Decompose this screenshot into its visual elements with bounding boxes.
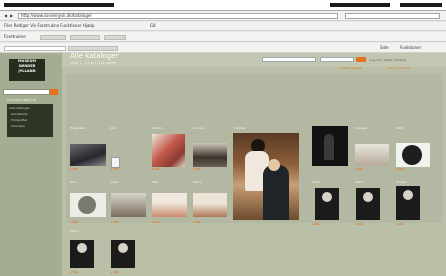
thumbnail-image[interactable]	[70, 240, 94, 268]
thumbnail-image[interactable]	[193, 193, 227, 217]
bookmark-item[interactable]	[70, 35, 100, 40]
thumb-meta[interactable]: ▸ Vis	[355, 222, 363, 226]
go-button[interactable]: Gå	[150, 24, 156, 28]
thumb-caption: Hospitalet	[70, 126, 86, 130]
thumb-caption: Mand	[312, 180, 321, 184]
tab[interactable]	[68, 46, 118, 51]
thumb-caption: Familie	[152, 126, 163, 130]
page-menu[interactable]: Side	[380, 46, 389, 50]
thumbnail-image-selected[interactable]	[233, 133, 299, 220]
thumb-caption: Kort	[110, 126, 117, 130]
photo-face	[403, 190, 413, 200]
thumb-caption: Mønt	[396, 126, 404, 130]
thumb-meta[interactable]: ▸ Vis	[396, 167, 404, 171]
address-bar-row: ◀ ▶ http://www.sonderjysk.dk/kataloger	[0, 11, 446, 21]
photo-figure	[263, 165, 289, 220]
address-text: http://www.sonderjysk.dk/kataloger	[21, 13, 92, 18]
tree-item[interactable]: Fotografier	[11, 118, 27, 122]
topbar-input[interactable]	[320, 57, 354, 62]
favorites-row: Foretrukne	[0, 32, 446, 42]
thumb-meta[interactable]: ▸ Vis	[111, 220, 119, 224]
thumbnail-image[interactable]	[396, 186, 420, 220]
top-links[interactable]: Log ind | Hjælp | English	[370, 58, 406, 62]
browser-search-input[interactable]	[345, 13, 440, 19]
search-button[interactable]	[50, 89, 58, 95]
thumb-meta[interactable]: ▸ Vis	[111, 270, 119, 274]
tree-item[interactable]: Genstande	[11, 112, 27, 116]
thumb-caption: Kirke	[111, 180, 119, 184]
thumbnail-image[interactable]	[152, 134, 185, 167]
photo-face	[77, 243, 87, 253]
result-count: Viser 1 - 24 af 1.234 poster	[70, 61, 117, 65]
thumb-caption: Gruppe	[193, 126, 205, 130]
museum-logo[interactable]: MUSEUM SØNDER JYLLAND	[9, 59, 45, 81]
thumb-caption: Knapper	[355, 126, 368, 130]
topbar-input[interactable]	[262, 57, 316, 62]
back-icon[interactable]: ◀	[4, 14, 7, 18]
thumbnail-image[interactable]	[312, 126, 348, 166]
photo-face	[363, 192, 373, 202]
thumb-caption: Mand	[193, 180, 202, 184]
thumb-meta[interactable]: ▸ Vis	[193, 167, 201, 171]
bookmark-item[interactable]	[40, 35, 66, 40]
site-search-input[interactable]	[3, 89, 50, 95]
advanced-search-link[interactable]: Udvidet søgning	[7, 98, 36, 102]
photo-figure	[268, 159, 280, 171]
thumb-caption: Mand	[355, 180, 364, 184]
thumbnail-image[interactable]	[111, 193, 146, 217]
tree-item[interactable]: Alle kataloger	[9, 106, 30, 110]
thumb-meta[interactable]: ▸ Vis	[193, 220, 201, 224]
thumb-caption: Avis	[70, 180, 77, 184]
sort-select[interactable]: Sortér: Nyeste	[340, 66, 362, 70]
catalog-tree: Alle kataloger Genstande Fotografier Ark…	[7, 104, 53, 137]
bookmark-item[interactable]	[104, 35, 126, 40]
thumb-caption: Kvinde	[396, 180, 407, 184]
thumbnail-image[interactable]	[152, 193, 187, 217]
thumbnail-image[interactable]	[356, 188, 380, 220]
thumbnail-image[interactable]	[70, 144, 106, 166]
thumbnail-image[interactable]	[70, 193, 106, 217]
thumb-caption: Mand	[70, 229, 79, 233]
thumb-meta[interactable]: ▸ Vis	[152, 167, 160, 171]
thumb-meta[interactable]: ▸ Vis	[70, 270, 78, 274]
window-title-bar	[0, 0, 446, 11]
photo-figure	[324, 134, 334, 160]
tree-item[interactable]: Arkivalier	[11, 124, 25, 128]
thumbnail-image[interactable]	[315, 188, 339, 220]
thumb-meta[interactable]: ▸ Vis	[70, 167, 78, 171]
coin-object	[78, 196, 96, 214]
tools-menu[interactable]: Funktioner	[400, 46, 421, 50]
thumbnail-image[interactable]	[111, 240, 135, 268]
menu-bar[interactable]: Filer Rediger Vis Foretrukne Funktioner …	[4, 24, 95, 28]
tab-active[interactable]	[4, 46, 66, 51]
thumb-meta[interactable]: ▸ Vis	[312, 222, 320, 226]
title-text-block	[330, 3, 390, 7]
thumb-caption: Portræt	[234, 126, 246, 130]
sidebar: MUSEUM SØNDER JYLLAND Udvidet søgning Al…	[0, 53, 62, 276]
view-select[interactable]: Vis: 24 pr. side	[388, 66, 410, 70]
photo-face	[118, 243, 128, 253]
favorites-button[interactable]: Foretrukne	[4, 35, 26, 39]
thumb-meta[interactable]: ▸ Vis	[152, 220, 160, 224]
tab-row: Side Funktioner	[0, 43, 446, 53]
thumb-meta[interactable]: ▸ Vis	[355, 167, 363, 171]
page-title: Alle kataloger	[70, 52, 119, 60]
thumbnail-image[interactable]	[193, 143, 227, 167]
button-object	[402, 145, 422, 165]
site-topbar: Log ind | Hjælp | English	[62, 53, 446, 67]
thumb-caption: Skib	[152, 180, 159, 184]
forward-icon[interactable]: ▶	[10, 14, 13, 18]
title-text-block	[4, 3, 114, 7]
thumbnail-image[interactable]	[355, 144, 389, 166]
logo-line: JYLLAND	[18, 69, 36, 73]
topbar-button[interactable]	[356, 57, 366, 62]
thumbnail-image[interactable]	[396, 143, 430, 167]
address-input[interactable]: http://www.sonderjysk.dk/kataloger	[18, 13, 338, 19]
window-controls[interactable]	[400, 3, 442, 7]
thumb-meta[interactable]: ▸ Vis	[70, 220, 78, 224]
menu-row: Filer Rediger Vis Foretrukne Funktioner …	[0, 22, 446, 31]
photo-face	[322, 192, 332, 202]
thumb-meta[interactable]: ▸ Vis	[396, 222, 404, 226]
thumb-meta[interactable]: ▸ Vis	[111, 167, 119, 171]
